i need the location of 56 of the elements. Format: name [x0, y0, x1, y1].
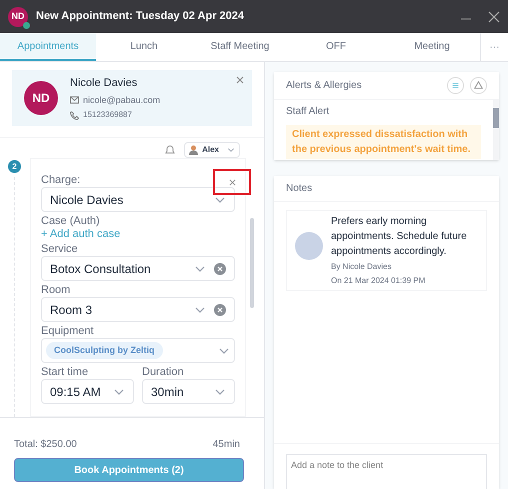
total-price: Total: $250.00	[14, 438, 77, 452]
alerts-title: Alerts & Allergies	[286, 79, 363, 93]
client-phone: 15123369887	[83, 109, 132, 121]
add-auth-case-link[interactable]: + Add auth case	[41, 228, 120, 240]
field-label: Room	[41, 284, 70, 296]
close-icon[interactable]	[236, 76, 244, 84]
field-label: Start time	[41, 366, 88, 378]
tab[interactable]: Appointments	[0, 33, 96, 61]
equipment-select[interactable]: CoolSculpting by Zeltiq	[41, 338, 235, 363]
tab[interactable]: Meeting	[384, 33, 480, 61]
window-title: New Appointment: Tuesday 02 Apr 2024	[36, 9, 246, 24]
tab[interactable]: Staff Meeting	[192, 33, 288, 61]
field-label: Charge:	[41, 174, 80, 186]
tab[interactable]: OFF	[288, 33, 384, 61]
select-field[interactable]: Botox Consultation	[41, 256, 235, 281]
scrollbar-thumb[interactable]	[493, 108, 499, 128]
total-duration: 45min	[212, 438, 240, 452]
equipment-tag: CoolSculpting by Zeltiq	[46, 342, 162, 360]
close-icon[interactable]	[488, 10, 500, 22]
clear-icon[interactable]	[214, 262, 226, 274]
alert-message: Client expressed dissatisfaction with the previous appointment's wait time.	[286, 125, 481, 159]
chevron-down-icon	[227, 146, 235, 154]
select-field[interactable]: 09:15 AM	[41, 379, 134, 404]
avatar: ND	[8, 6, 28, 26]
more-tabs-button[interactable]: ···	[480, 33, 508, 61]
close-button[interactable]	[213, 169, 251, 195]
staff-alert-heading: Staff Alert	[286, 105, 330, 119]
phone-icon	[70, 110, 79, 120]
tab[interactable]: Lunch	[96, 33, 192, 61]
client-avatar: ND	[24, 81, 58, 115]
note-date: On 21 Mar 2024 01:39 PM	[331, 275, 426, 287]
staff-select[interactable]: Alex	[184, 142, 240, 158]
clear-icon[interactable]	[214, 304, 226, 316]
scrollbar-thumb[interactable]	[250, 218, 254, 308]
select-field[interactable]: Nicole Davies	[41, 187, 235, 212]
notes-title: Notes	[286, 182, 312, 196]
person-icon	[189, 145, 198, 155]
close-icon	[228, 178, 236, 186]
client-name: Nicole Davies	[70, 76, 138, 91]
client-email: nicole@pabau.com	[83, 94, 160, 107]
list-icon[interactable]	[447, 77, 464, 94]
book-appointments-button[interactable]: Book Appointments (2)	[14, 458, 244, 482]
field-label: Duration	[142, 366, 184, 378]
note-text: Prefers early morning appointments. Schedule future appointments accordingly.	[331, 215, 468, 259]
note-author: By Nicole Davies	[331, 261, 392, 273]
bell-icon[interactable]	[164, 144, 176, 156]
field-label: Service	[41, 243, 78, 255]
field-label: Equipment	[41, 325, 94, 337]
select-field[interactable]: Room 3	[41, 297, 235, 322]
mail-icon	[70, 96, 79, 104]
select-field[interactable]: 30min	[142, 379, 235, 404]
step-number: 2	[8, 160, 21, 173]
warning-icon[interactable]	[470, 77, 487, 94]
badge-icon	[23, 22, 30, 28]
field-label: Case (Auth)	[41, 215, 100, 227]
note-input[interactable]: Add a note to the client	[286, 454, 487, 489]
